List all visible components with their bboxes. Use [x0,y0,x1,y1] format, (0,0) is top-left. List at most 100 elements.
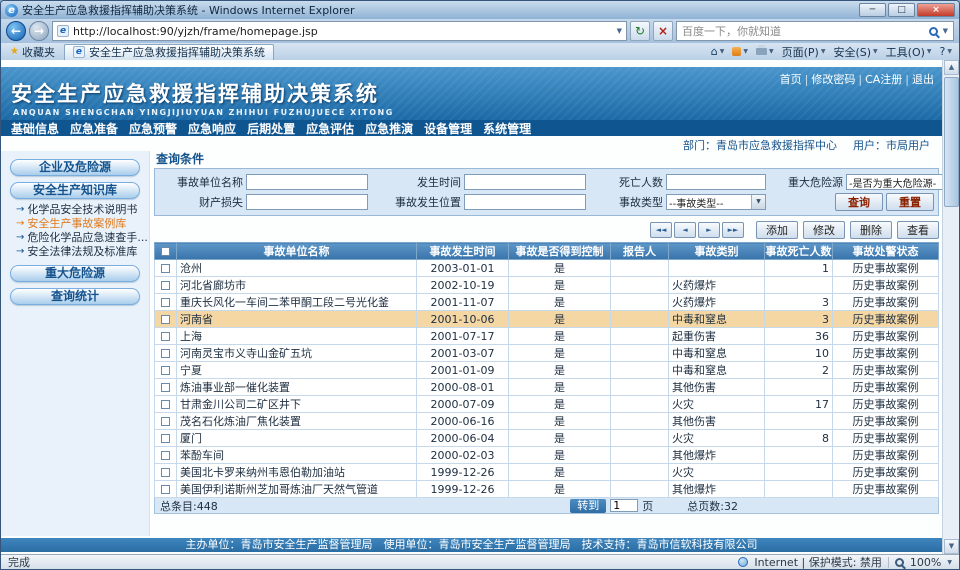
row-checkbox[interactable] [161,264,170,273]
row-checkbox[interactable] [161,434,170,443]
table-row[interactable]: 沧州2003-01-01是1历史事故案例 [155,260,939,277]
table-row[interactable]: 重庆长风化一车间二苯甲酮工段二号光化釜2001-11-07是火药爆炸3历史事故案… [155,294,939,311]
table-row[interactable]: 宁夏2001-01-09是中毒和窒息2历史事故案例 [155,362,939,379]
header-link[interactable]: 首页 [780,71,802,87]
row-checkbox[interactable] [161,400,170,409]
zoom-icon[interactable] [895,558,904,567]
row-checkbox[interactable] [161,366,170,375]
search-icon[interactable] [929,27,938,36]
command-item[interactable]: 工具(O)▼ [886,44,932,60]
row-checkbox[interactable] [161,383,170,392]
modify-button[interactable]: 修改 [803,221,845,239]
nav-item[interactable]: 应急响应 [188,120,236,137]
delete-button[interactable]: 删除 [850,221,892,239]
browser-tab[interactable]: e 安全生产应急救援指挥辅助决策系统 [64,44,274,60]
zoom-dropdown-icon[interactable]: ▼ [947,559,952,566]
table-row[interactable]: 炼油事业部一催化装置2000-08-01是其他伤害历史事故案例 [155,379,939,396]
search-box[interactable]: 百度一下，你就知道 ▼ [676,21,954,41]
print-icon[interactable]: ▼ [756,48,774,55]
table-row[interactable]: 茂名石化炼油厂焦化装置2000-06-16是其他伤害历史事故案例 [155,413,939,430]
address-bar[interactable]: e http://localhost:90/yjzh/frame/homepag… [52,21,627,41]
last-page-button[interactable]: ►► [722,222,744,238]
help-icon[interactable]: ?▼ [940,45,952,58]
scrollbar-thumb[interactable] [944,77,959,207]
home-icon[interactable]: ⌂▼ [711,45,725,58]
deaths-input[interactable] [666,174,766,190]
row-checkbox[interactable] [161,298,170,307]
header-link[interactable]: CA注册 [865,71,902,87]
row-checkbox[interactable] [161,332,170,341]
table-row[interactable]: 美国伊利诺斯州芝加哥炼油厂天然气管道1999-12-26是其他爆炸历史事故案例 [155,481,939,498]
table-row[interactable]: 苯酚车间2000-02-03是其他爆炸历史事故案例 [155,447,939,464]
view-button[interactable]: 查看 [897,221,939,239]
unit-name-input[interactable] [246,174,368,190]
property-loss-input[interactable] [246,194,368,210]
refresh-button[interactable]: ↻ [630,21,650,41]
table-row[interactable]: 厦门2000-06-04是火灾8历史事故案例 [155,430,939,447]
nav-item[interactable]: 应急准备 [70,120,118,137]
zoom-level[interactable]: 100% [910,556,941,569]
occur-time-input[interactable] [464,174,586,190]
address-dropdown-icon[interactable]: ▼ [617,27,622,35]
accident-type-select[interactable]: --事故类型-- ▼ [666,194,766,210]
nav-item[interactable]: 应急推演 [365,120,413,137]
scroll-down-icon[interactable]: ▼ [944,539,959,554]
vertical-scrollbar[interactable]: ▲ ▼ [942,60,959,554]
next-page-button[interactable]: ► [698,222,720,238]
favorites-button[interactable]: ★ 收藏夹 [4,44,61,59]
table-row[interactable]: 甘肃金川公司二矿区井下2000-07-09是火灾17历史事故案例 [155,396,939,413]
prev-page-button[interactable]: ◄ [674,222,696,238]
stop-button[interactable]: × [653,21,673,41]
row-checkbox[interactable] [161,417,170,426]
header-link[interactable]: 修改密码 [811,71,855,87]
row-checkbox[interactable] [161,281,170,290]
nav-item[interactable]: 基础信息 [11,120,59,137]
row-checkbox[interactable] [161,485,170,494]
sidebar-link[interactable]: →化学品安全技术说明书 [16,203,149,217]
first-page-button[interactable]: ◄◄ [650,222,672,238]
forward-button[interactable]: → [29,21,49,41]
row-checkbox[interactable] [161,349,170,358]
nav-item[interactable]: 后期处置 [247,120,295,137]
command-item[interactable]: 安全(S)▼ [833,44,877,60]
select-all-checkbox[interactable] [161,247,170,256]
table-row[interactable]: 美国北卡罗来纳州韦恩伯勒加油站1999-12-26是火灾历史事故案例 [155,464,939,481]
sidebar-button-query-stats[interactable]: 查询统计 [10,288,140,305]
row-checkbox[interactable] [161,451,170,460]
cell-deaths: 36 [765,328,833,345]
sidebar-button-major-hazard[interactable]: 重大危险源 [10,265,140,282]
sidebar-button-knowledge-base[interactable]: 安全生产知识库 [10,182,140,199]
sidebar-link[interactable]: →安全生产事故案例库 [16,217,149,231]
sidebar-button-enterprise-hazard[interactable]: 企业及危险源 [10,159,140,176]
nav-item[interactable]: 设备管理 [424,120,472,137]
feeds-icon[interactable]: ▼ [732,47,748,56]
main-content: 查询条件 事故单位名称 发生时间 死亡人数 重大危险源 -是否为重大危险源- ▼ [154,149,939,536]
table-row[interactable]: 上海2001-07-17是起重伤害36历史事故案例 [155,328,939,345]
sidebar-link[interactable]: →危险化学品应急速查手... [16,231,149,245]
nav-item[interactable]: 应急预警 [129,120,177,137]
major-hazard-select[interactable]: -是否为重大危险源- ▼ [846,174,942,190]
command-item[interactable]: 页面(P)▼ [782,44,826,60]
table-row[interactable]: 河南省2001-10-06是中毒和窒息3历史事故案例 [155,311,939,328]
table-row[interactable]: 河北省廊坊市2002-10-19是火药爆炸历史事故案例 [155,277,939,294]
row-checkbox[interactable] [161,315,170,324]
add-button[interactable]: 添加 [756,221,798,239]
goto-button[interactable]: 转到 [570,499,606,513]
nav-item[interactable]: 系统管理 [483,120,531,137]
search-button[interactable]: 查询 [835,193,883,211]
maximize-button[interactable]: □ [888,3,915,17]
table-row[interactable]: 河南灵宝市义寺山金矿五坑2001-03-07是中毒和窒息10历史事故案例 [155,345,939,362]
row-checkbox[interactable] [161,468,170,477]
search-dropdown-icon[interactable]: ▼ [943,27,948,35]
reset-button[interactable]: 重置 [886,193,934,211]
header-link[interactable]: 退出 [912,71,934,87]
back-button[interactable]: ← [6,21,26,41]
cell-date: 2000-06-16 [417,413,509,430]
minimize-button[interactable]: ─ [859,3,886,17]
scroll-up-icon[interactable]: ▲ [944,60,959,75]
page-input[interactable] [610,499,638,512]
nav-item[interactable]: 应急评估 [306,120,354,137]
close-button[interactable]: × [917,3,955,17]
sidebar-link[interactable]: →安全法律法规及标准库 [16,245,149,259]
location-input[interactable] [464,194,586,210]
